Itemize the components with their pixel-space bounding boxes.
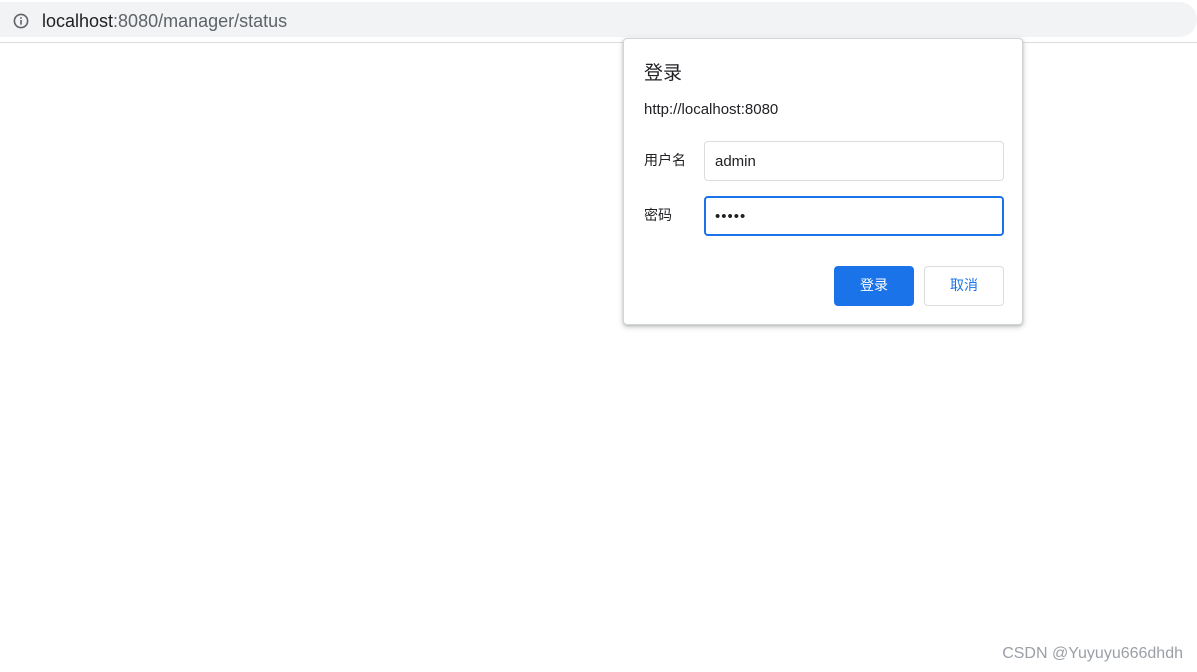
auth-dialog: 登录 http://localhost:8080 用户名 密码 登录 取消 [623, 38, 1023, 325]
login-button[interactable]: 登录 [834, 266, 914, 306]
url-text[interactable]: localhost:8080/manager/status [42, 10, 287, 32]
password-label: 密码 [644, 208, 672, 224]
info-circle-icon[interactable] [13, 13, 29, 29]
dialog-origin: http://localhost:8080 [644, 101, 779, 118]
dialog-title: 登录 [644, 62, 683, 84]
url-path: :8080/manager/status [113, 11, 288, 31]
browser-window: localhost:8080/manager/status 登录 http://… [0, 0, 1197, 672]
cancel-button[interactable]: 取消 [924, 266, 1004, 306]
username-label: 用户名 [644, 153, 686, 169]
url-host: localhost [42, 11, 114, 31]
address-bar[interactable]: localhost:8080/manager/status [0, 2, 1197, 37]
password-field[interactable] [704, 196, 1004, 236]
username-field[interactable] [704, 141, 1004, 181]
watermark: CSDN @Yuyuyu666dhdh [1002, 645, 1183, 662]
